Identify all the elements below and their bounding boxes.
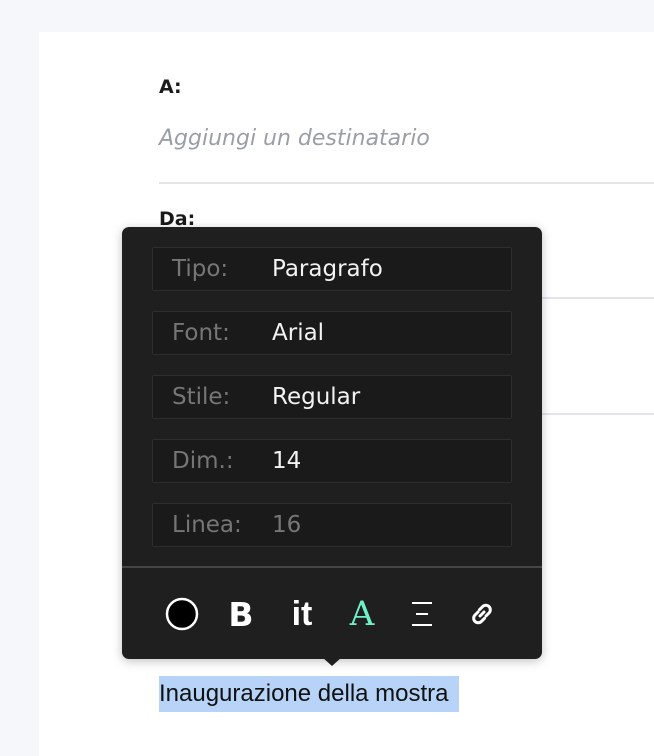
font-value: Arial (272, 320, 325, 346)
popover-arrow (322, 657, 342, 666)
size-input[interactable]: Dim.: 14 (152, 439, 512, 483)
to-divider (159, 182, 654, 184)
type-value: Paragrafo (272, 256, 383, 282)
circle-icon (165, 597, 199, 631)
align-button[interactable] (402, 589, 442, 639)
text-format-popover: Tipo: Paragrafo Font: Arial Stile: Regul… (122, 227, 542, 666)
bold-button[interactable]: B (221, 589, 261, 639)
style-value: Regular (272, 384, 361, 410)
text-color-button[interactable] (162, 589, 202, 639)
style-select[interactable]: Stile: Regular (152, 375, 512, 419)
link-icon (472, 603, 492, 625)
type-label: Tipo: (172, 256, 229, 282)
line-height-input[interactable]: Linea: 16 (152, 503, 512, 547)
recipient-input[interactable]: Aggiungi un destinatario (159, 126, 430, 151)
link-button[interactable] (462, 589, 502, 639)
line-height-label: Linea: (172, 512, 242, 538)
typeface-button[interactable]: A (342, 589, 382, 639)
toolbar-divider (122, 566, 542, 568)
to-label: A: (159, 76, 182, 98)
style-label: Stile: (172, 384, 231, 410)
font-select[interactable]: Font: Arial (152, 311, 512, 355)
font-label: Font: (172, 320, 230, 346)
italic-button[interactable]: it (282, 589, 322, 639)
line-height-value: 16 (272, 512, 302, 538)
size-value: 14 (272, 448, 302, 474)
selected-body-text[interactable]: Inaugurazione della mostra (159, 676, 459, 712)
size-label: Dim.: (172, 448, 234, 474)
align-icon (412, 602, 432, 626)
type-select[interactable]: Tipo: Paragrafo (152, 247, 512, 291)
